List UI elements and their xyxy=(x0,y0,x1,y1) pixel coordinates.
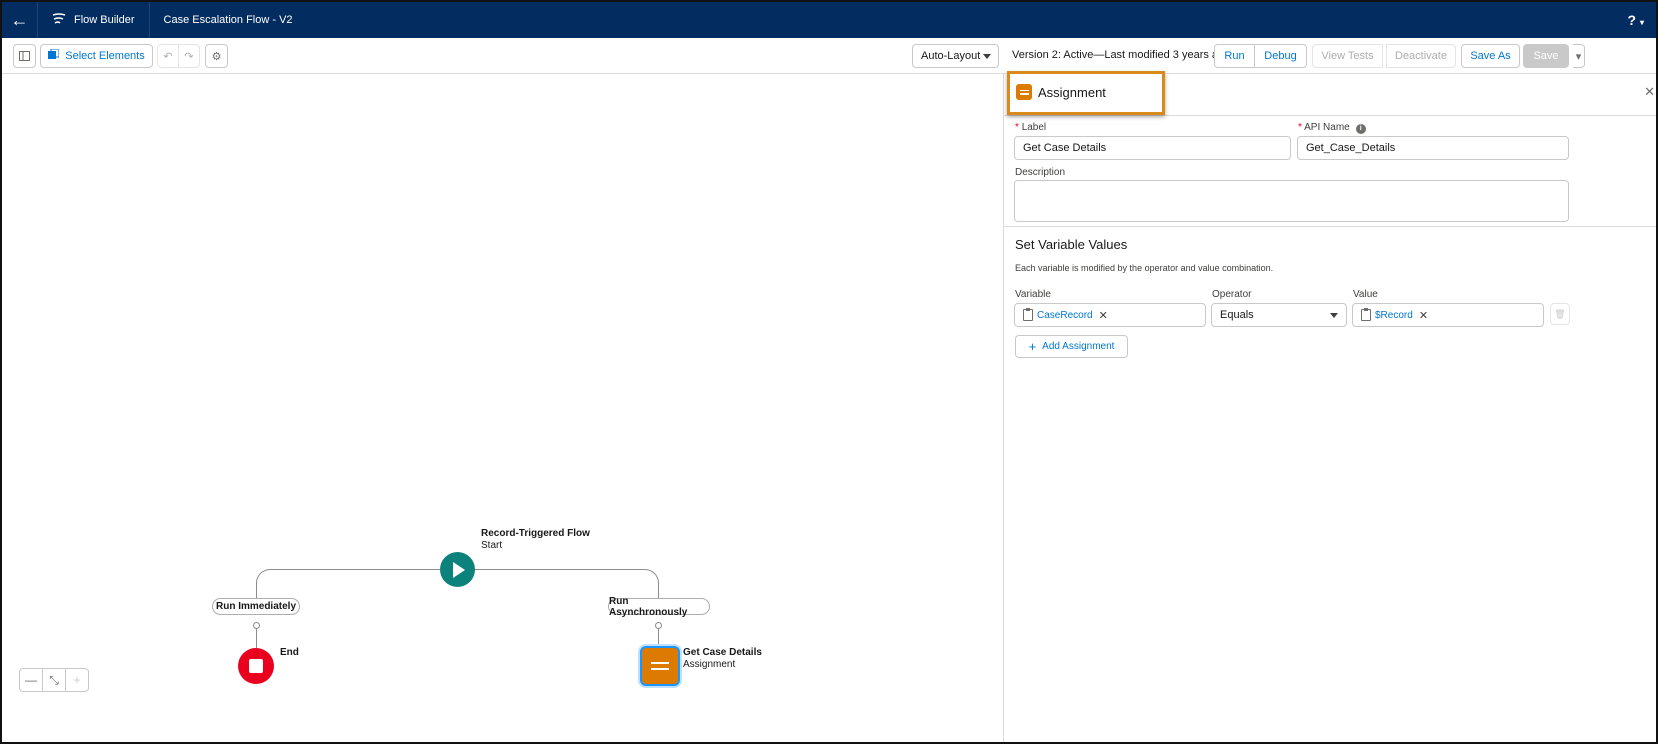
variable-token-label: CaseRecord xyxy=(1037,309,1093,321)
end-node-title: End xyxy=(280,647,299,658)
back-arrow-icon[interactable]: ← xyxy=(2,2,38,38)
label-input[interactable] xyxy=(1014,136,1291,160)
help-icon[interactable]: ? ▾ xyxy=(1628,12,1644,28)
add-element-node[interactable] xyxy=(655,622,662,629)
variable-token: CaseRecord ✕ xyxy=(1023,308,1108,322)
zoom-controls: — ⤡ + xyxy=(19,668,89,692)
end-node[interactable] xyxy=(238,648,274,684)
label-field-label: * Label xyxy=(1015,122,1047,133)
description-field-label: Description xyxy=(1015,167,1066,178)
layout-select[interactable]: Auto-Layout xyxy=(912,44,999,68)
app-launcher: Flow Builder xyxy=(38,2,150,38)
section-description: Each variable is modified by the operato… xyxy=(1015,263,1274,273)
toggle-panel-icon[interactable] xyxy=(13,44,36,68)
remove-icon[interactable]: ✕ xyxy=(1419,309,1428,322)
operator-column-label: Operator xyxy=(1212,289,1252,300)
api-name-input[interactable] xyxy=(1297,136,1569,160)
save-as-button[interactable]: Save As xyxy=(1461,44,1520,68)
add-assignment-label: Add Assignment xyxy=(1042,341,1115,352)
property-panel: Assignment ✕ * Label * API Namei Descrip… xyxy=(1003,71,1656,742)
clipboard-icon xyxy=(1361,308,1371,321)
add-assignment-button[interactable]: + Add Assignment xyxy=(1015,335,1128,358)
save-menu-icon[interactable]: ▾ xyxy=(1573,44,1585,68)
add-element-node[interactable] xyxy=(253,622,260,629)
select-elements-label: Select Elements xyxy=(65,50,145,62)
variable-input[interactable]: CaseRecord ✕ xyxy=(1014,303,1206,327)
assignment-node[interactable] xyxy=(640,646,680,686)
flow-builder-icon xyxy=(52,12,66,28)
start-node[interactable] xyxy=(440,552,475,587)
section-divider xyxy=(1004,226,1656,227)
close-icon[interactable]: ✕ xyxy=(1644,84,1655,100)
version-status: Version 2: Active—Last modified 3 years … xyxy=(1012,49,1231,61)
dropdown-caret-icon xyxy=(1330,313,1338,318)
branch-run-immediately[interactable]: Run Immediately xyxy=(212,598,300,615)
settings-gear-icon[interactable]: ⚙ xyxy=(205,44,228,68)
value-input[interactable]: $Record ✕ xyxy=(1352,303,1544,327)
api-name-field-label: * API Name i xyxy=(1298,122,1366,134)
play-icon xyxy=(453,561,465,578)
value-token-label: $Record xyxy=(1375,309,1413,321)
assignment-node-title: Get Case Details xyxy=(683,647,762,658)
value-column-label: Value xyxy=(1353,289,1378,300)
panel-header: Assignment ✕ xyxy=(1004,71,1656,116)
operator-select-label: Equals xyxy=(1220,309,1254,321)
zoom-in-button[interactable]: + xyxy=(66,669,88,691)
fit-view-button[interactable]: ⤡ xyxy=(43,669,66,691)
app-frame: ← Flow Builder Case Escalation Flow - V2… xyxy=(0,0,1658,744)
trash-icon[interactable]: 🗑 xyxy=(1550,303,1570,325)
operator-select[interactable]: Equals xyxy=(1211,303,1347,327)
highlight-box xyxy=(1007,71,1165,115)
dropdown-caret-icon xyxy=(983,54,991,59)
toolbar: Select Elements ↶ ↷ ⚙ Auto-Layout Versio… xyxy=(2,38,1656,74)
stop-icon xyxy=(249,659,263,673)
view-tests-button[interactable]: View Tests xyxy=(1312,44,1383,68)
branch-run-asynchronously[interactable]: Run Asynchronously xyxy=(608,596,710,618)
info-icon[interactable]: i xyxy=(1355,124,1366,134)
value-token: $Record ✕ xyxy=(1361,308,1428,322)
assignment-node-subtitle: Assignment xyxy=(683,659,736,670)
run-button[interactable]: Run xyxy=(1214,44,1255,68)
remove-icon[interactable]: ✕ xyxy=(1099,309,1108,322)
app-name: Flow Builder xyxy=(74,14,135,26)
flow-canvas[interactable]: Record-Triggered Flow Start Run Immediat… xyxy=(2,74,1002,742)
start-node-title: Record-Triggered Flow xyxy=(481,528,590,539)
plus-icon: + xyxy=(1028,339,1037,354)
variable-column-label: Variable xyxy=(1015,289,1051,300)
clipboard-icon xyxy=(1023,308,1033,321)
equals-icon xyxy=(651,658,669,674)
select-elements-icon xyxy=(48,48,60,63)
layout-select-label: Auto-Layout xyxy=(921,50,981,62)
flow-name: Case Escalation Flow - V2 xyxy=(163,14,293,26)
debug-button[interactable]: Debug xyxy=(1254,44,1307,68)
redo-icon[interactable]: ↷ xyxy=(178,44,200,68)
undo-icon[interactable]: ↶ xyxy=(157,44,179,68)
section-title: Set Variable Values xyxy=(1015,237,1128,252)
top-bar: ← Flow Builder Case Escalation Flow - V2… xyxy=(2,2,1656,38)
select-elements-button[interactable]: Select Elements xyxy=(40,44,153,68)
start-node-subtitle: Start xyxy=(481,540,503,551)
description-textarea[interactable] xyxy=(1014,180,1569,222)
zoom-out-button[interactable]: — xyxy=(20,669,43,691)
deactivate-button[interactable]: Deactivate xyxy=(1386,44,1456,68)
save-button[interactable]: Save xyxy=(1523,44,1569,68)
